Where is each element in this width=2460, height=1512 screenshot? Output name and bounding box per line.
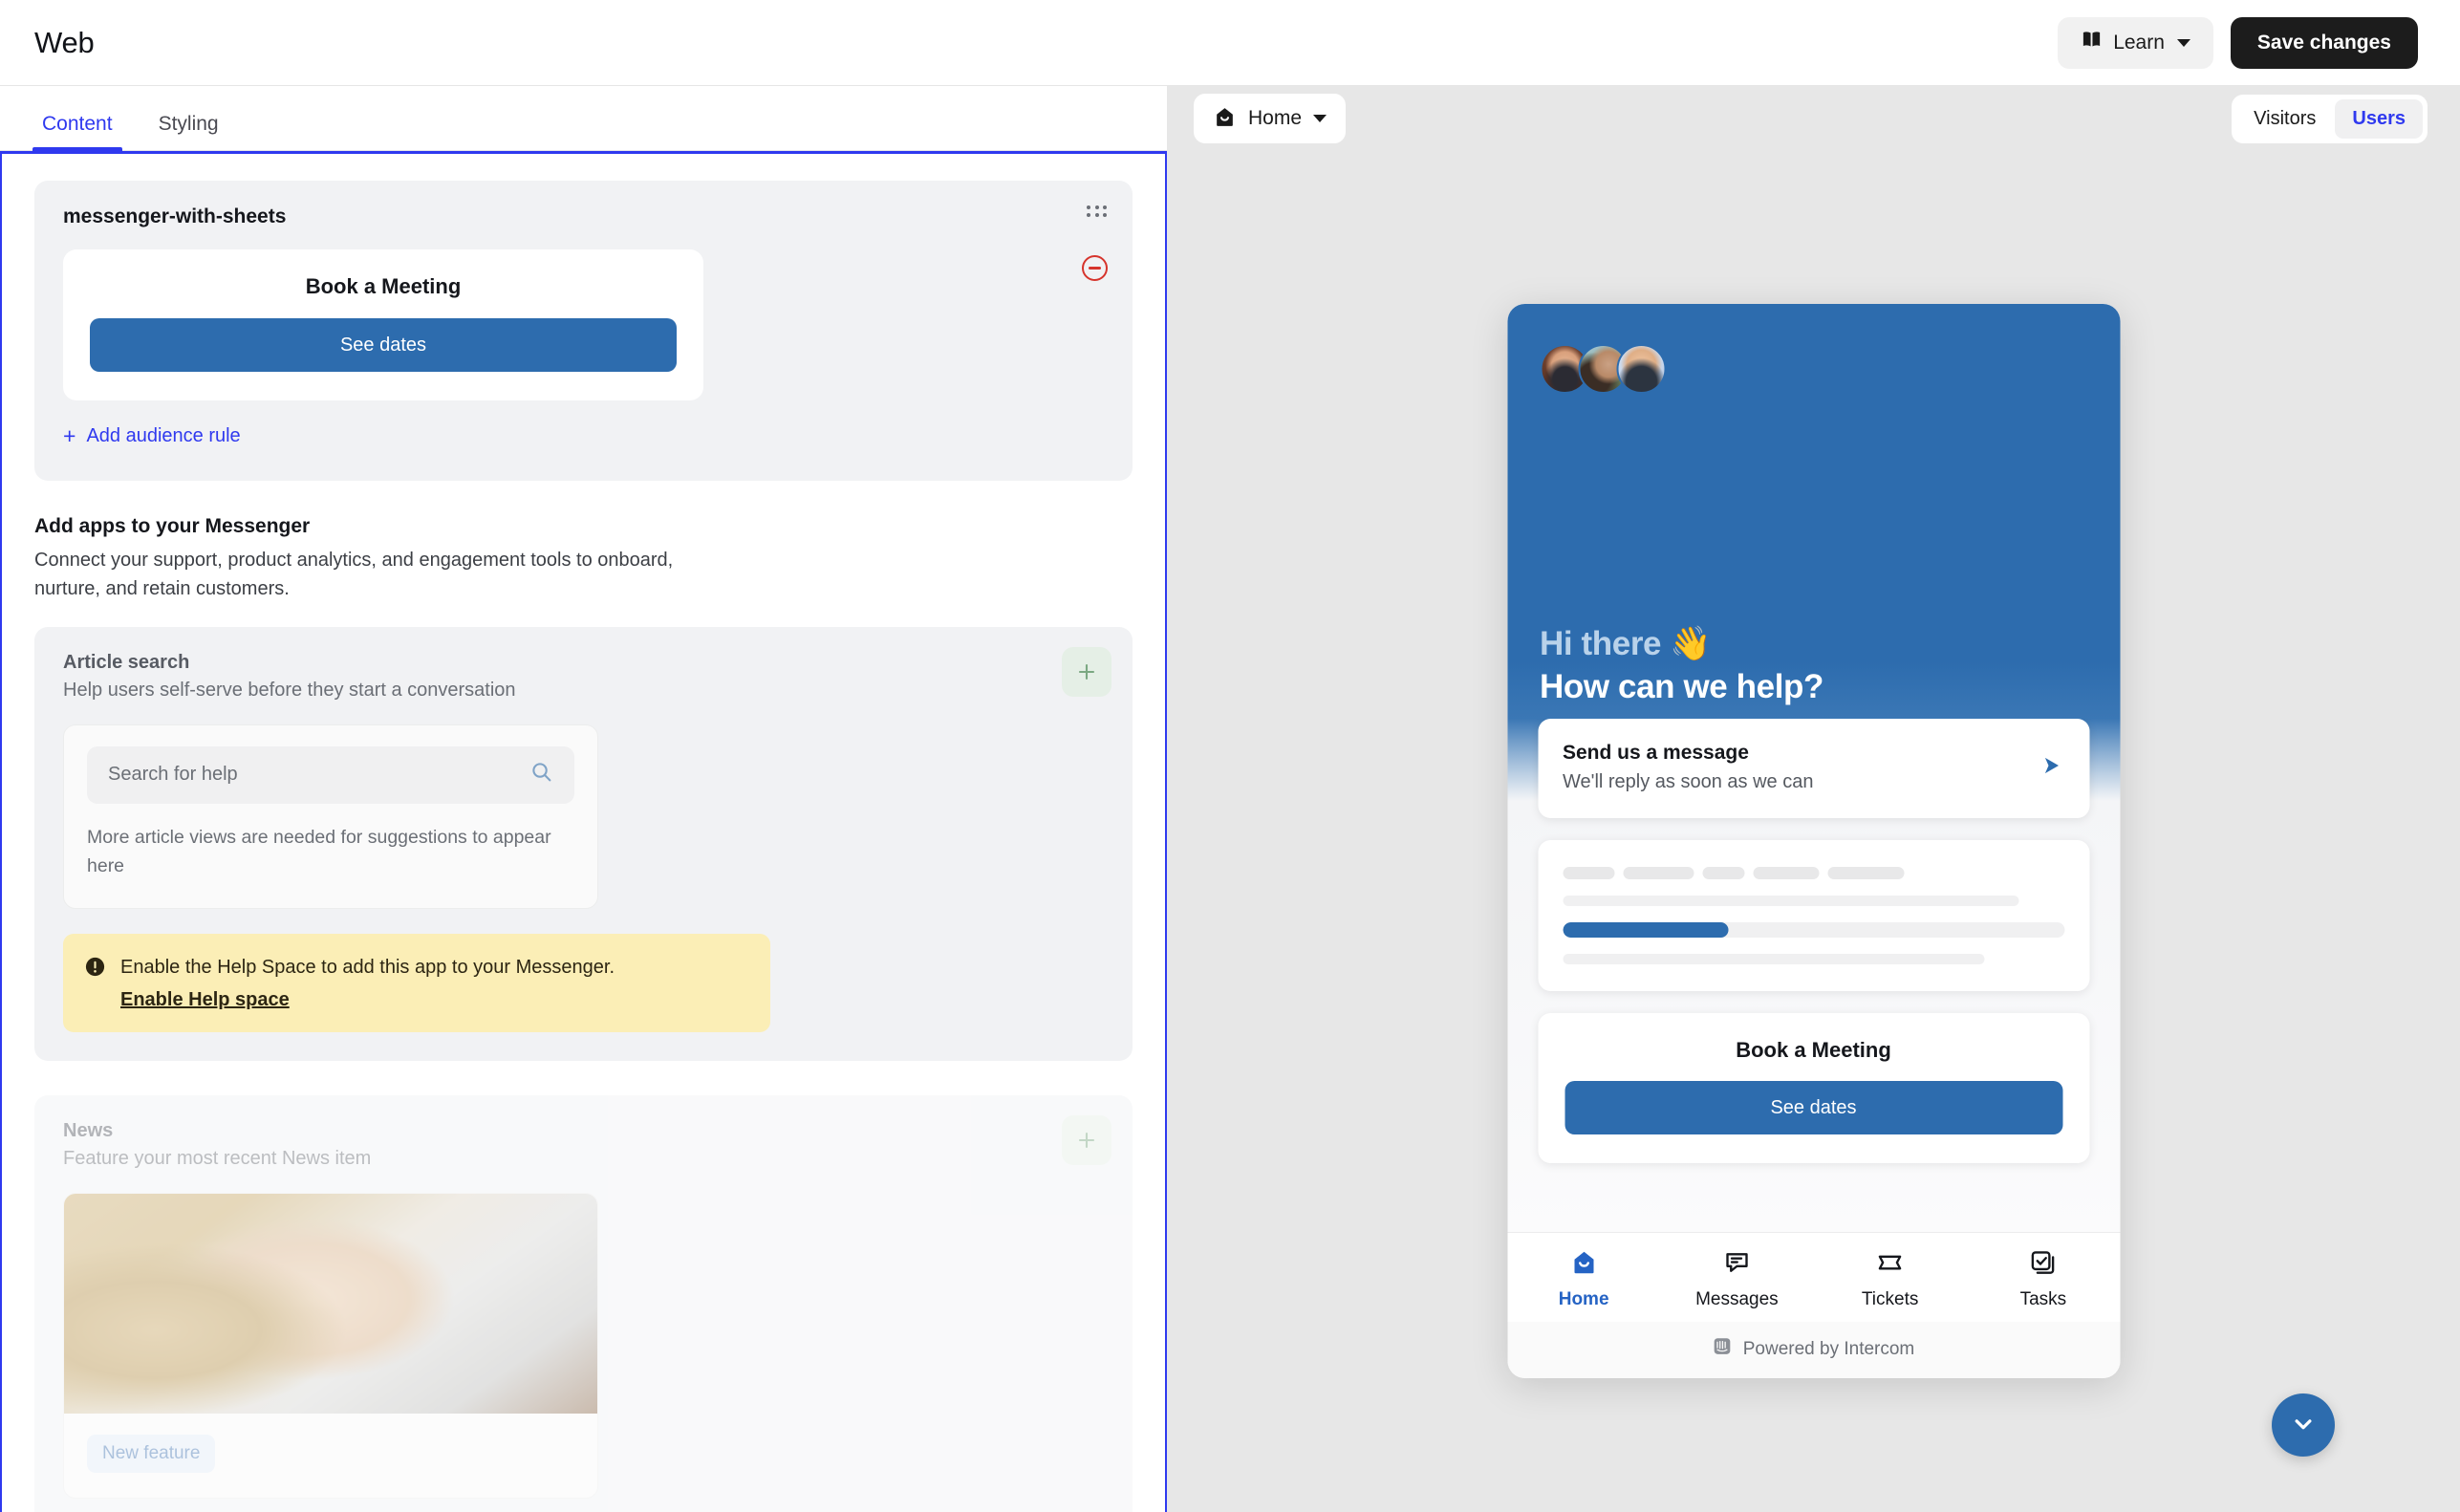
search-icon bbox=[529, 760, 553, 789]
chevron-down-icon bbox=[2289, 1410, 2318, 1441]
content-placeholder-card bbox=[1538, 840, 2089, 991]
add-apps-description: Connect your support, product analytics,… bbox=[34, 550, 674, 600]
see-dates-button[interactable]: See dates bbox=[1564, 1081, 2062, 1134]
placeholder-chip-row bbox=[1563, 867, 2064, 879]
book-a-meeting-card: Book a Meeting See dates bbox=[1538, 1013, 2089, 1163]
messenger-greeting: Hi there 👋 How can we help? bbox=[1540, 623, 2087, 709]
exclamation-icon bbox=[84, 956, 106, 1011]
greeting-line-1: Hi there 👋 bbox=[1540, 625, 1712, 663]
remove-circle-icon[interactable] bbox=[1082, 255, 1108, 281]
app-card-article-search: Article search Help users self-serve bef… bbox=[34, 626, 1133, 1061]
editor-scroll-region[interactable]: messenger-with-sheets Book a Meeting See… bbox=[0, 151, 1167, 1512]
messenger-footer: Powered by Intercom bbox=[1507, 1322, 2120, 1378]
add-audience-rule-label: Add audience rule bbox=[86, 425, 241, 446]
teammate-avatars bbox=[1540, 344, 2087, 394]
nav-item-tickets[interactable]: Tickets bbox=[1814, 1248, 1967, 1310]
nav-label: Messages bbox=[1695, 1289, 1779, 1309]
placeholder-line bbox=[1563, 954, 1984, 964]
chevron-down-icon bbox=[1313, 115, 1327, 122]
add-app-button-news[interactable] bbox=[1062, 1114, 1111, 1165]
messenger-preview-pane: Home Visitors Users Hi there 👋 How can w… bbox=[1167, 86, 2460, 1512]
app-card-news: News Feature your most recent News item … bbox=[34, 1094, 1133, 1512]
article-search-note: More article views are needed for sugges… bbox=[87, 826, 551, 877]
space-selector-home[interactable]: Home bbox=[1194, 94, 1347, 143]
placeholder-line bbox=[1563, 896, 2019, 906]
messenger-launcher-button[interactable] bbox=[2272, 1393, 2335, 1457]
chevron-down-icon bbox=[2176, 38, 2190, 47]
messenger-block-card: messenger-with-sheets Book a Meeting See… bbox=[34, 181, 1133, 481]
header-actions: Learn Save changes bbox=[2058, 16, 2418, 69]
audience-toggle: Visitors Users bbox=[2232, 94, 2428, 143]
app-description: Help users self-serve before they start … bbox=[63, 679, 516, 701]
send-message-subtitle: We'll reply as soon as we can bbox=[1563, 771, 1814, 792]
send-message-title: Send us a message bbox=[1563, 742, 1749, 764]
main-split: Content Styling messenger-with-sheets Bo… bbox=[0, 86, 2460, 1512]
ticket-icon bbox=[1876, 1248, 1905, 1282]
article-search-preview: Search for help More article views are n… bbox=[63, 724, 598, 909]
messenger-widget: Hi there 👋 How can we help? Send us a me… bbox=[1507, 304, 2120, 1378]
search-input[interactable]: Search for help bbox=[87, 745, 574, 804]
editor-tabs: Content Styling bbox=[0, 86, 1167, 151]
add-audience-rule-button[interactable]: + Add audience rule bbox=[63, 425, 241, 447]
send-arrow-icon bbox=[2039, 753, 2064, 783]
send-us-a-message-card[interactable]: Send us a message We'll reply as soon as… bbox=[1538, 719, 2089, 818]
app-description: Feature your most recent News item bbox=[63, 1147, 372, 1169]
space-selector-label: Home bbox=[1248, 107, 1303, 129]
search-input-placeholder: Search for help bbox=[108, 764, 238, 786]
app-name: Article search bbox=[63, 651, 190, 673]
teammate-avatar-3 bbox=[1616, 344, 1666, 394]
app-header: Web Learn Save changes bbox=[0, 0, 2460, 86]
news-preview: New feature bbox=[63, 1192, 598, 1499]
tab-styling[interactable]: Styling bbox=[149, 113, 228, 150]
nav-label: Home bbox=[1558, 1289, 1609, 1309]
help-space-warning-banner: Enable the Help Space to add this app to… bbox=[63, 933, 770, 1032]
nav-item-messages[interactable]: Messages bbox=[1660, 1248, 1813, 1310]
block-title: messenger-with-sheets bbox=[63, 205, 287, 227]
drag-handle-icon[interactable] bbox=[1087, 205, 1108, 217]
news-hero-image bbox=[64, 1193, 597, 1414]
book-a-meeting-preview-card: Book a Meeting See dates bbox=[63, 249, 703, 400]
messenger-nav: Home Messages Tickets Tasks bbox=[1507, 1232, 2120, 1322]
nav-item-tasks[interactable]: Tasks bbox=[1967, 1248, 2120, 1310]
content-editor-pane: Content Styling messenger-with-sheets Bo… bbox=[0, 86, 1167, 1512]
add-app-button-article-search[interactable] bbox=[1062, 646, 1111, 697]
placeholder-progress-bar bbox=[1563, 922, 2064, 938]
messenger-body: Send us a message We'll reply as soon as… bbox=[1507, 719, 2120, 1232]
add-apps-title: Add apps to your Messenger bbox=[34, 515, 311, 537]
preview-toolbar: Home Visitors Users bbox=[1167, 86, 2460, 151]
see-dates-button[interactable]: See dates bbox=[90, 318, 677, 372]
page-title: Web bbox=[34, 25, 95, 59]
nav-label: Tasks bbox=[2019, 1289, 2067, 1309]
app-name: News bbox=[63, 1119, 114, 1141]
news-chip: New feature bbox=[87, 1434, 216, 1473]
learn-button-label: Learn bbox=[2113, 31, 2165, 54]
plus-icon bbox=[1075, 660, 1098, 683]
plus-icon bbox=[1075, 1129, 1098, 1152]
save-changes-button[interactable]: Save changes bbox=[2230, 16, 2418, 69]
enable-help-space-link[interactable]: Enable Help space bbox=[120, 989, 290, 1011]
warning-text: Enable the Help Space to add this app to… bbox=[120, 956, 615, 978]
learn-button[interactable]: Learn bbox=[2058, 16, 2213, 69]
nav-item-home[interactable]: Home bbox=[1507, 1248, 1660, 1310]
book-a-meeting-title: Book a Meeting bbox=[1736, 1038, 1891, 1062]
tab-content[interactable]: Content bbox=[32, 113, 122, 151]
tasks-icon bbox=[2029, 1248, 2058, 1282]
nav-label: Tickets bbox=[1861, 1289, 1919, 1309]
audience-toggle-users[interactable]: Users bbox=[2335, 98, 2423, 139]
home-icon bbox=[1569, 1248, 1598, 1282]
add-apps-section-heading: Add apps to your Messenger Connect your … bbox=[34, 515, 1133, 604]
intercom-logo-icon bbox=[1713, 1336, 1733, 1362]
powered-by-label: Powered by Intercom bbox=[1742, 1338, 1915, 1359]
messages-icon bbox=[1722, 1248, 1751, 1282]
greeting-line-2: How can we help? bbox=[1540, 668, 1823, 706]
book-icon bbox=[2081, 29, 2103, 56]
plus-icon: + bbox=[63, 423, 76, 448]
audience-toggle-visitors[interactable]: Visitors bbox=[2236, 99, 2333, 139]
messenger-home-icon bbox=[1213, 105, 1237, 132]
book-a-meeting-title: Book a Meeting bbox=[305, 274, 462, 298]
